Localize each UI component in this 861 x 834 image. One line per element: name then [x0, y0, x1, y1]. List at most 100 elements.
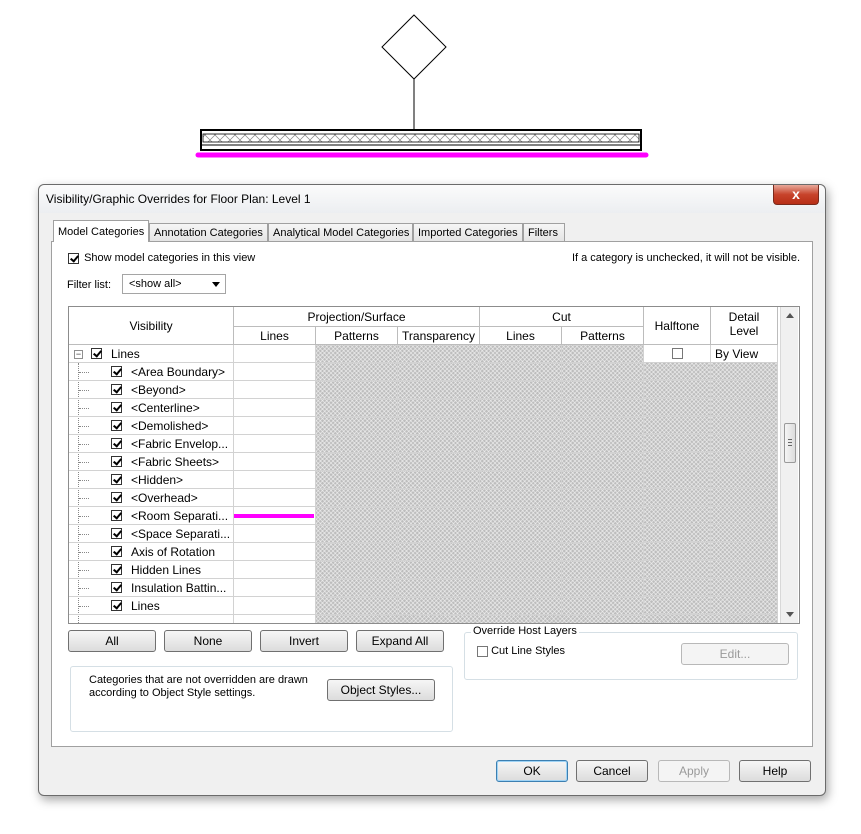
checkbox-icon: [477, 645, 488, 657]
apply-button[interactable]: Apply: [658, 760, 730, 782]
projection-lines-cell[interactable]: [234, 489, 316, 507]
tab-imported-categories[interactable]: Imported Categories: [413, 223, 523, 241]
scroll-thumb[interactable]: [784, 423, 796, 463]
expand-all-button[interactable]: Expand All: [356, 630, 444, 652]
visibility-cell: <Area Boundary>: [69, 363, 234, 381]
projection-lines-cell[interactable]: [234, 417, 316, 435]
table-row[interactable]: <Demolished>: [69, 417, 778, 435]
header-halftone[interactable]: Halftone: [644, 307, 711, 345]
table-row[interactable]: <Centerline>: [69, 399, 778, 417]
table-row[interactable]: Insulation Battin...: [69, 579, 778, 597]
tab-analytical-model-categories[interactable]: Analytical Model Categories: [268, 223, 413, 241]
table-row[interactable]: Lines: [69, 597, 778, 615]
tab-filters[interactable]: Filters: [523, 223, 565, 241]
edit-button[interactable]: Edit...: [681, 643, 789, 665]
visibility-cell: Hidden Lines: [69, 561, 234, 579]
projection-lines-cell[interactable]: [234, 435, 316, 453]
projection-lines-cell[interactable]: [234, 561, 316, 579]
object-styles-button[interactable]: Object Styles...: [327, 679, 435, 701]
visibility-checkbox[interactable]: [111, 438, 122, 449]
table-row[interactable]: Hidden Lines: [69, 561, 778, 579]
table-row-lines-parent[interactable]: − Lines By View: [69, 345, 778, 363]
show-model-categories-checkbox[interactable]: Show model categories in this view: [68, 252, 255, 264]
visibility-checkbox[interactable]: [111, 474, 122, 485]
cut-lines-cell: [480, 435, 562, 453]
none-button[interactable]: None: [164, 630, 252, 652]
halftone-cell: [644, 453, 711, 471]
detail-level-cell: [711, 561, 778, 579]
tab-model-categories[interactable]: Model Categories: [53, 220, 149, 242]
object-style-info-group: Categories that are not overridden are d…: [70, 666, 453, 732]
visibility-checkbox[interactable]: [111, 528, 122, 539]
table-row[interactable]: <Hidden>: [69, 471, 778, 489]
header-detail-level-line1: Detail: [728, 310, 760, 324]
tree-branch: [79, 462, 89, 463]
table-row[interactable]: <Fabric Envelop...: [69, 435, 778, 453]
dialog-titlebar[interactable]: Visibility/Graphic Overrides for Floor P…: [39, 185, 825, 213]
invert-button[interactable]: Invert: [260, 630, 348, 652]
scroll-down-icon[interactable]: [786, 612, 794, 617]
visibility-checkbox[interactable]: [111, 420, 122, 431]
projection-patterns-cell: [316, 543, 398, 561]
visibility-checkbox[interactable]: [111, 384, 122, 395]
dialog-title: Visibility/Graphic Overrides for Floor P…: [46, 192, 311, 206]
projection-lines-cell[interactable]: [234, 345, 316, 363]
projection-lines-cell[interactable]: [234, 579, 316, 597]
grid-scrollbar[interactable]: [780, 307, 798, 623]
projection-lines-cell[interactable]: [234, 381, 316, 399]
table-row[interactable]: <Beyond>: [69, 381, 778, 399]
visibility-graphics-dialog: Visibility/Graphic Overrides for Floor P…: [38, 184, 826, 796]
projection-lines-cell[interactable]: [234, 453, 316, 471]
table-row[interactable]: <Area Boundary>: [69, 363, 778, 381]
header-detail-level[interactable]: Detail Level: [711, 307, 778, 345]
table-row[interactable]: <Space Separati...: [69, 525, 778, 543]
header-transparency[interactable]: Transparency: [398, 327, 480, 345]
projection-lines-cell[interactable]: [234, 471, 316, 489]
projection-lines-cell[interactable]: [234, 597, 316, 615]
cut-line-styles-checkbox[interactable]: Cut Line Styles: [477, 645, 565, 657]
ok-button[interactable]: OK: [496, 760, 568, 782]
table-row[interactable]: <Fabric Sheets>: [69, 453, 778, 471]
halftone-checkbox[interactable]: [672, 348, 683, 359]
transparency-cell: [398, 363, 480, 381]
header-cut-lines[interactable]: Lines: [480, 327, 562, 345]
collapse-icon[interactable]: −: [74, 350, 83, 359]
filter-list-dropdown[interactable]: <show all>: [122, 274, 226, 294]
tree-branch: [79, 498, 89, 499]
visibility-checkbox[interactable]: [111, 492, 122, 503]
projection-lines-cell[interactable]: [234, 543, 316, 561]
all-button[interactable]: All: [68, 630, 156, 652]
visibility-cell: <Hidden>: [69, 471, 234, 489]
projection-lines-cell[interactable]: [234, 525, 316, 543]
cut-patterns-cell: [562, 543, 644, 561]
visibility-checkbox[interactable]: [111, 366, 122, 377]
visibility-checkbox[interactable]: [111, 456, 122, 467]
header-visibility[interactable]: Visibility: [69, 307, 234, 345]
header-cut-patterns[interactable]: Patterns: [562, 327, 644, 345]
visibility-checkbox[interactable]: [111, 600, 122, 611]
projection-lines-cell[interactable]: [234, 507, 316, 525]
header-projection-lines[interactable]: Lines: [234, 327, 316, 345]
detail-level-cell[interactable]: By View: [711, 345, 778, 363]
visibility-checkbox[interactable]: [91, 348, 102, 359]
projection-lines-cell[interactable]: [234, 399, 316, 417]
visibility-checkbox[interactable]: [111, 582, 122, 593]
visibility-checkbox[interactable]: [111, 510, 122, 521]
table-row[interactable]: <Room Separati...: [69, 507, 778, 525]
visibility-checkbox[interactable]: [111, 546, 122, 557]
visibility-checkbox[interactable]: [111, 402, 122, 413]
halftone-cell: [644, 597, 711, 615]
table-row[interactable]: Axis of Rotation: [69, 543, 778, 561]
help-button[interactable]: Help: [739, 760, 811, 782]
cancel-button[interactable]: Cancel: [576, 760, 648, 782]
projection-lines-cell[interactable]: [234, 363, 316, 381]
scroll-up-icon[interactable]: [786, 313, 794, 318]
tab-annotation-categories[interactable]: Annotation Categories: [149, 223, 268, 241]
checkbox-icon: [68, 252, 79, 264]
header-projection-patterns[interactable]: Patterns: [316, 327, 398, 345]
line-override-swatch: [234, 514, 314, 518]
visibility-checkbox[interactable]: [111, 564, 122, 575]
header-detail-level-line2: Level: [729, 324, 759, 338]
table-row[interactable]: <Overhead>: [69, 489, 778, 507]
close-button[interactable]: x: [773, 185, 819, 205]
